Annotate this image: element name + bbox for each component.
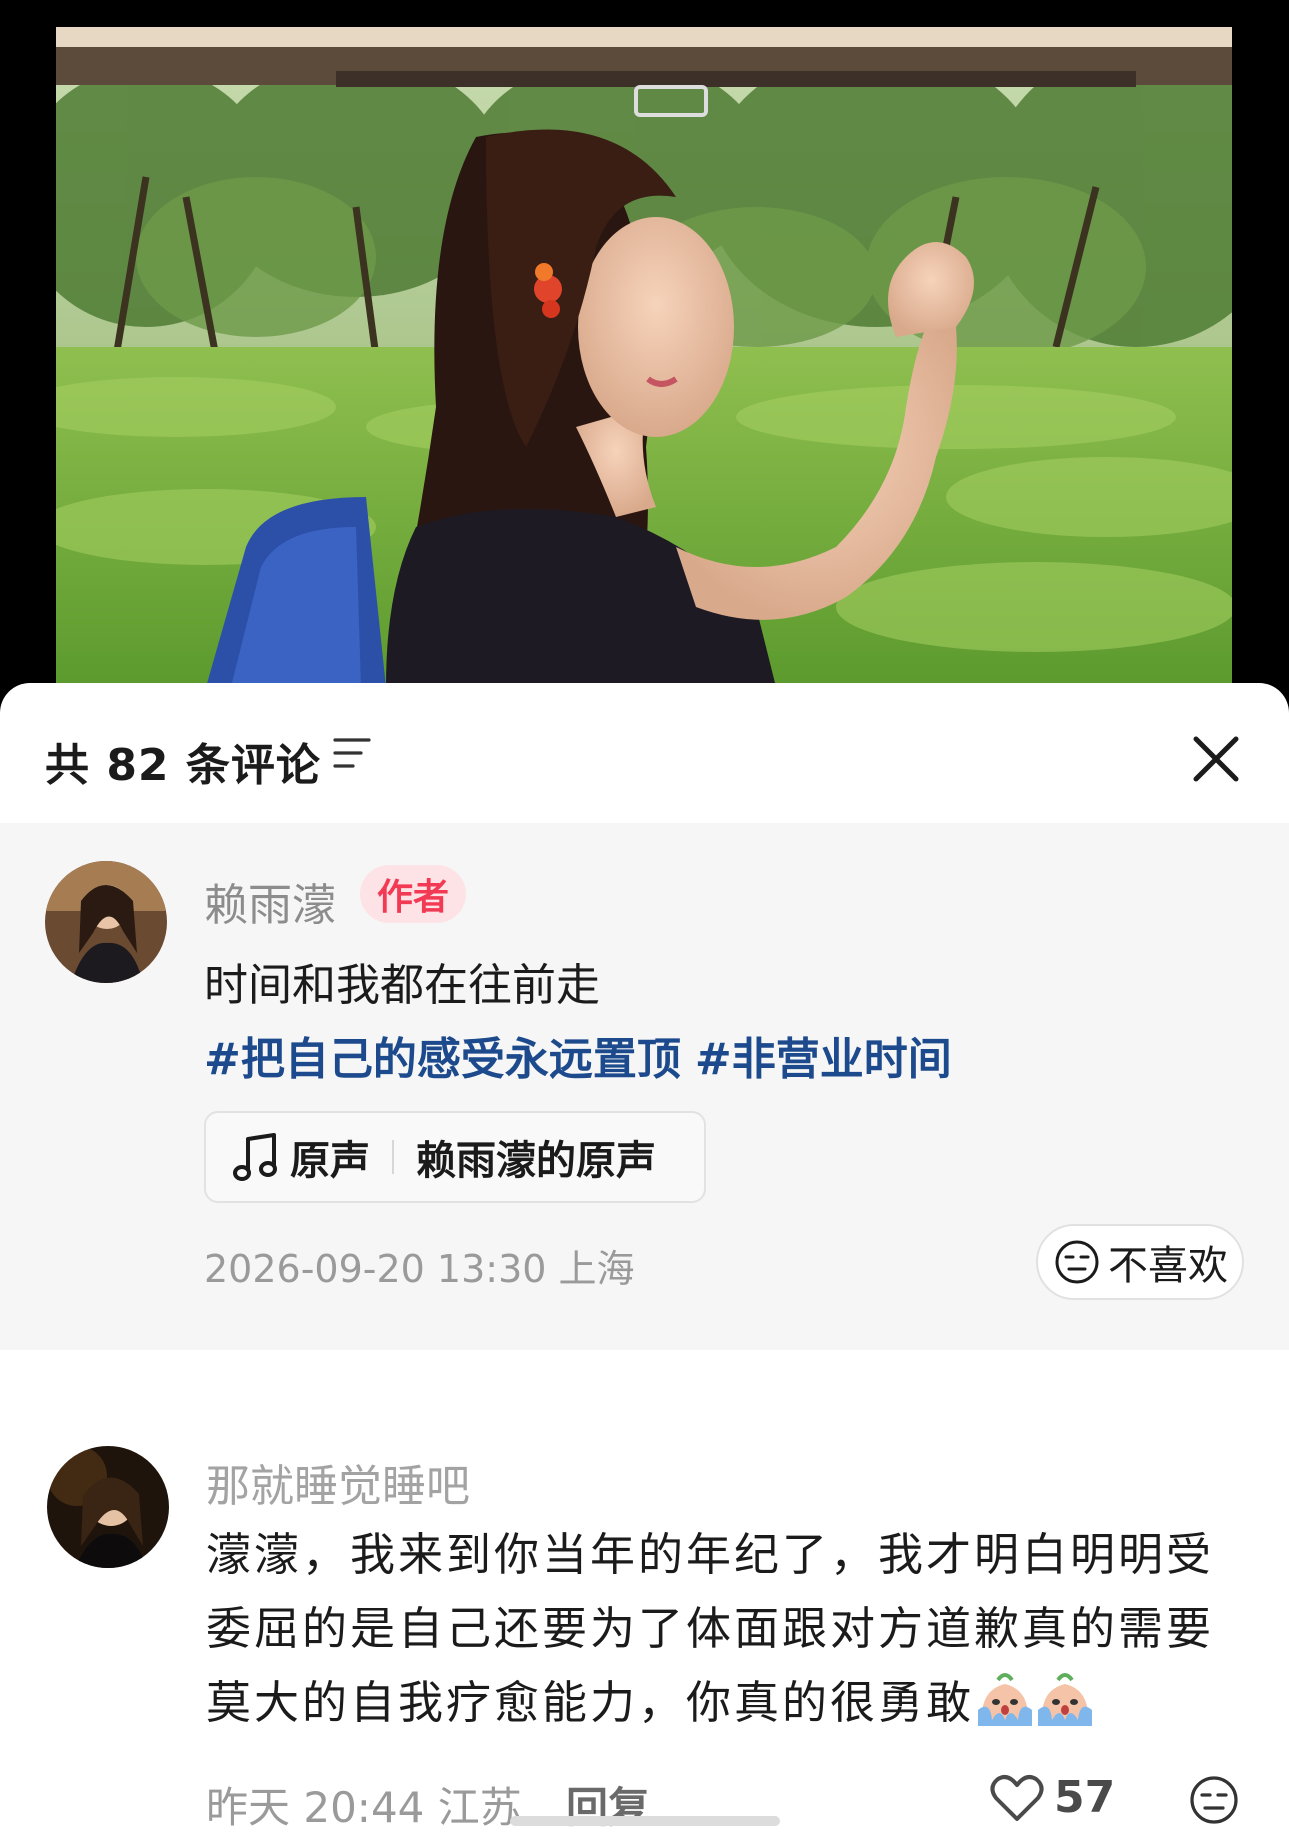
heart-icon: [990, 1774, 1044, 1821]
author-badge: 作者: [360, 865, 466, 923]
home-indicator[interactable]: [510, 1816, 780, 1826]
hashtag-link[interactable]: #把自己的感受永远置顶: [204, 1034, 681, 1085]
neutral-face-icon[interactable]: [1188, 1774, 1240, 1826]
hashtag-link[interactable]: #非营业时间: [695, 1034, 952, 1085]
sound-label: 原声: [290, 1138, 370, 1184]
comment-text-block: 濛濛，我来到你当年的年纪了，我才明白明明受委屈的是自己还要为了体面跟对方道歉真的…: [206, 1518, 1216, 1740]
comment-text: 时间和我都在往前走: [204, 960, 600, 1011]
avatar-image: [45, 861, 167, 983]
photo-woman-tea-field: [56, 27, 1232, 687]
hashtag-list: #把自己的感受永远置顶 #非营业时间: [204, 1023, 966, 1087]
avatar-image: [47, 1446, 169, 1568]
sound-source: 赖雨濛的原声: [416, 1138, 656, 1184]
avatar[interactable]: [45, 861, 167, 983]
comment-item[interactable]: 那就睡觉睡吧 濛濛，我来到你当年的年纪了，我才明白明明受委屈的是自己还要为了体面…: [0, 1414, 1289, 1834]
comment-username[interactable]: 那就睡觉睡吧: [206, 1450, 470, 1514]
original-sound-chip[interactable]: 原声 赖雨濛的原声: [204, 1111, 706, 1203]
video-player[interactable]: [0, 0, 1289, 700]
divider: [392, 1140, 394, 1174]
avatar[interactable]: [47, 1446, 169, 1568]
dislike-button[interactable]: 不喜欢: [1036, 1224, 1244, 1300]
comments-sheet: 共 82 条评论 赖雨濛 作者 时间和我都在往前走 #把自己的感受永远置顶 #非营…: [0, 683, 1289, 1844]
music-note-icon: [233, 1133, 277, 1181]
comments-header: 共 82 条评论: [0, 683, 1289, 823]
like-button[interactable]: 57: [990, 1772, 1115, 1823]
sort-lines-icon[interactable]: [333, 736, 371, 770]
neutral-face-icon: [1055, 1240, 1099, 1284]
comment-count-title: 共 82 条评论: [45, 740, 321, 791]
close-icon[interactable]: [1186, 729, 1246, 789]
like-count: 57: [1054, 1772, 1116, 1823]
author-comment[interactable]: 赖雨濛 作者 时间和我都在往前走 #把自己的感受永远置顶 #非营业时间 原声 赖雨…: [0, 823, 1289, 1350]
dislike-label: 不喜欢: [1108, 1243, 1228, 1289]
comment-timestamp-location: 2026-09-20 13:30 上海: [204, 1247, 635, 1291]
video-frame: [56, 27, 1232, 687]
comment-timestamp-location: 昨天 20:44 江苏: [206, 1783, 522, 1832]
author-username[interactable]: 赖雨濛: [204, 869, 336, 933]
crying-emoji: [1038, 1673, 1093, 1726]
crying-emoji: [978, 1673, 1033, 1726]
